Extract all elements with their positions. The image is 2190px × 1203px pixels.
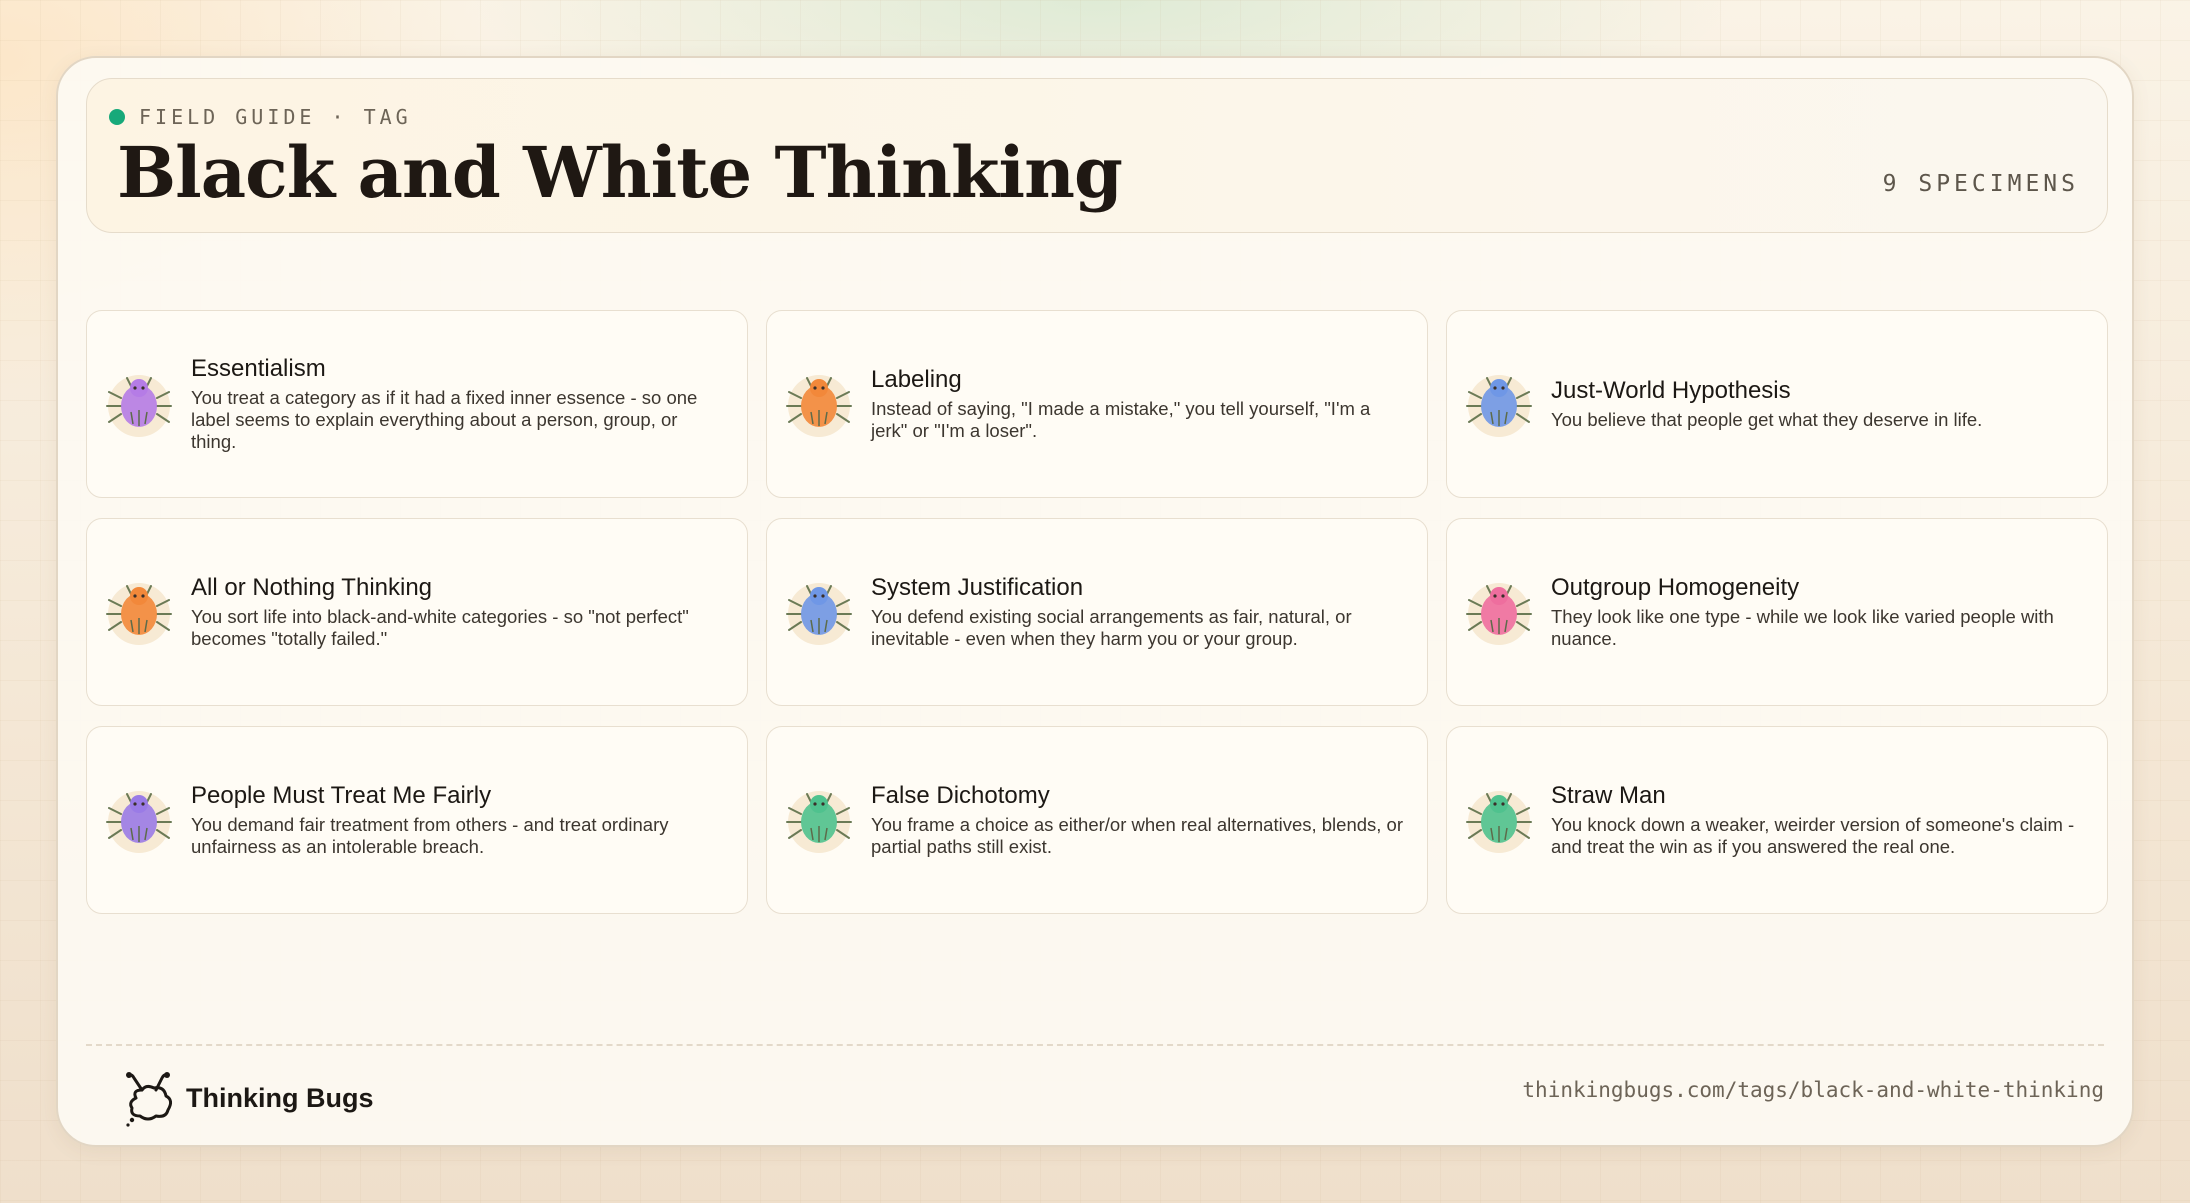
specimen-card[interactable]: Labeling Instead of saying, "I made a mi…: [766, 310, 1428, 498]
bug-icon: [786, 375, 852, 437]
eyebrow-label: FIELD GUIDE · TAG: [139, 105, 412, 129]
card-description: You sort life into black-and-white categ…: [191, 606, 689, 649]
bug-logo-icon: [126, 1072, 173, 1127]
card-description: You defend existing social arrangements …: [871, 606, 1352, 649]
bug-icon: [786, 791, 852, 853]
card-title: People Must Treat Me Fairly: [191, 782, 492, 809]
card-text: People Must Treat Me Fairly You demand f…: [191, 782, 727, 858]
card-text: Essentialism You treat a category as if …: [191, 355, 727, 453]
card-text: Labeling Instead of saying, "I made a mi…: [871, 366, 1407, 442]
page-header: FIELD GUIDE · TAG Black and White Thinki…: [86, 78, 2108, 233]
card-title: Labeling: [871, 366, 962, 393]
bug-icon: [1466, 583, 1532, 645]
card-title: Outgroup Homogeneity: [1551, 574, 1800, 601]
card-text: Outgroup Homogeneity They look like one …: [1551, 574, 2087, 650]
specimen-card[interactable]: All or Nothing Thinking You sort life in…: [86, 518, 748, 706]
status-dot-icon: [109, 109, 125, 125]
card-description: Instead of saying, "I made a mistake," y…: [871, 398, 1371, 441]
specimen-card[interactable]: Outgroup Homogeneity They look like one …: [1446, 518, 2108, 706]
card-title: System Justification: [871, 574, 1084, 601]
card-description: You frame a choice as either/or when rea…: [871, 814, 1404, 857]
card-title: Just-World Hypothesis: [1551, 377, 1791, 404]
bug-icon: [106, 791, 172, 853]
bug-icon: [786, 583, 852, 645]
card-title: Straw Man: [1551, 782, 1666, 809]
specimen-card[interactable]: System Justification You defend existing…: [766, 518, 1428, 706]
card-description: You treat a category as if it had a fixe…: [191, 387, 698, 452]
card-description: You demand fair treatment from others - …: [191, 814, 669, 857]
card-text: Just-World Hypothesis You believe that p…: [1551, 377, 2087, 431]
brand[interactable]: Thinking Bugs: [122, 1068, 373, 1128]
card-text: System Justification You defend existing…: [871, 574, 1407, 650]
card-description: You knock down a weaker, weirder version…: [1551, 814, 2075, 857]
bug-icon: [106, 375, 172, 437]
card-text: Straw Man You knock down a weaker, weird…: [1551, 782, 2087, 858]
brand-name: Thinking Bugs: [186, 1082, 374, 1113]
bug-icon: [106, 583, 172, 645]
tag-page-card: FIELD GUIDE · TAG Black and White Thinki…: [56, 56, 2134, 1147]
footer-divider: [86, 1044, 2104, 1046]
card-title: False Dichotomy: [871, 782, 1050, 809]
card-description: You believe that people get what they de…: [1551, 409, 1983, 430]
card-text: All or Nothing Thinking You sort life in…: [191, 574, 727, 650]
page-url[interactable]: thinkingbugs.com/tags/black-and-white-th…: [1522, 1078, 2104, 1102]
specimen-count: 9 SPECIMENS: [1882, 171, 2079, 197]
bug-icon: [1466, 791, 1532, 853]
bug-icon: [1466, 375, 1532, 437]
card-description: They look like one type - while we look …: [1551, 606, 2054, 649]
card-title: Essentialism: [191, 355, 326, 382]
specimen-card[interactable]: Essentialism You treat a category as if …: [86, 310, 748, 498]
specimen-card[interactable]: False Dichotomy You frame a choice as ei…: [766, 726, 1428, 914]
specimen-card[interactable]: People Must Treat Me Fairly You demand f…: [86, 726, 748, 914]
specimen-card[interactable]: Straw Man You knock down a weaker, weird…: [1446, 726, 2108, 914]
eyebrow: FIELD GUIDE · TAG: [109, 105, 412, 129]
specimen-card[interactable]: Just-World Hypothesis You believe that p…: [1446, 310, 2108, 498]
page-title: Black and White Thinking: [117, 131, 1123, 214]
card-title: All or Nothing Thinking: [191, 574, 433, 601]
card-text: False Dichotomy You frame a choice as ei…: [871, 782, 1407, 858]
